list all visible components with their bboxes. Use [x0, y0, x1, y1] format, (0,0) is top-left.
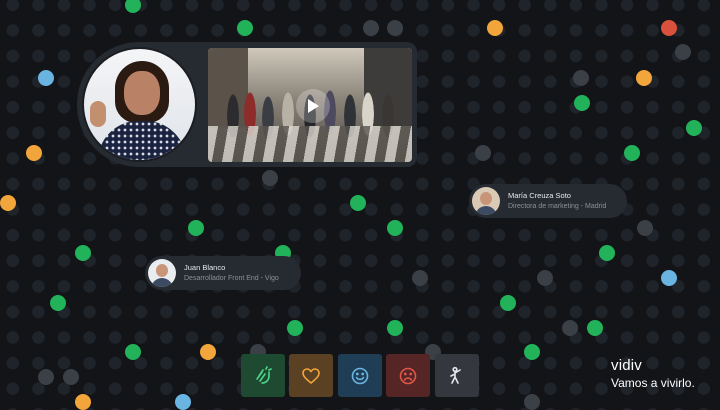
avatar	[472, 187, 500, 215]
participant-info: María Creuza Soto Directora de marketing…	[508, 190, 606, 212]
decorative-dot-gray	[63, 369, 79, 385]
decorative-dot-green	[188, 220, 204, 236]
decorative-dot-green	[350, 195, 366, 211]
decorative-dot-green	[524, 344, 540, 360]
decorative-dot-gray	[262, 170, 278, 186]
decorative-dot-blue	[38, 70, 54, 86]
presenter-hand	[90, 101, 106, 127]
decorative-dot-gray	[475, 145, 491, 161]
decorative-dot-green	[237, 20, 253, 36]
reaction-heart-button[interactable]	[289, 354, 333, 397]
decorative-dot-gray	[38, 369, 54, 385]
decorative-dot-gray	[412, 270, 428, 286]
participant-chip-maria[interactable]: María Creuza Soto Directora de marketing…	[469, 184, 627, 218]
presenter-video-tile[interactable]	[82, 47, 197, 162]
heart-icon	[302, 367, 320, 384]
decorative-dot-gray	[675, 44, 691, 60]
decorative-dot-blue	[175, 394, 191, 410]
raised-hand-icon	[450, 366, 461, 384]
decorative-dot-gray	[363, 20, 379, 36]
decorative-dot-gray	[524, 394, 540, 410]
decorative-dot-orange	[75, 394, 91, 410]
decorative-dot-orange	[487, 20, 503, 36]
decorative-dot-orange	[636, 70, 652, 86]
participant-role: Directora de marketing - Madrid	[508, 203, 607, 210]
reaction-clap-button[interactable]	[241, 354, 285, 397]
decorative-dot-green	[500, 295, 516, 311]
reaction-sad-button[interactable]	[386, 354, 430, 397]
reaction-smile-button[interactable]	[338, 354, 382, 397]
clapping-hands-icon	[256, 365, 272, 384]
presenter-shirt	[98, 121, 186, 160]
decorative-dot-gray	[637, 220, 653, 236]
participant-info: Juan Blanco Desarrollador Front End - Vi…	[184, 262, 279, 284]
participant-name: Juan Blanco	[184, 263, 226, 272]
decorative-dot-orange	[26, 145, 42, 161]
brand-tagline: Vamos a vivirlo.	[611, 376, 695, 390]
decorative-dot-gray	[387, 20, 403, 36]
decorative-dot-orange	[0, 195, 16, 211]
participant-chip-juan[interactable]: Juan Blanco Desarrollador Front End - Vi…	[145, 256, 301, 290]
participant-name: María Creuza Soto	[508, 191, 571, 200]
decorative-dot-green	[624, 145, 640, 161]
decorative-dot-green	[587, 320, 603, 336]
decorative-dot-gray	[537, 270, 553, 286]
decorative-dot-green	[50, 295, 66, 311]
decorative-dot-red	[661, 20, 677, 36]
play-icon	[308, 99, 319, 113]
decorative-dot-orange	[200, 344, 216, 360]
scene-crosswalk	[208, 126, 412, 162]
smile-icon	[351, 367, 369, 384]
sad-face-icon	[399, 367, 417, 384]
decorative-dot-green	[125, 0, 141, 13]
decorative-dot-green	[125, 344, 141, 360]
decorative-dot-green	[686, 120, 702, 136]
brand-logo: vidiv	[611, 357, 643, 374]
reaction-raise-hand-button[interactable]	[435, 354, 479, 397]
participant-role: Desarrollador Front End - Vigo	[184, 275, 279, 282]
decorative-dot-blue	[661, 270, 677, 286]
play-button[interactable]	[296, 89, 330, 123]
decorative-dot-green	[599, 245, 615, 261]
stage: María Creuza Soto Directora de marketing…	[0, 0, 720, 410]
decorative-dot-gray	[573, 70, 589, 86]
decorative-dot-green	[287, 320, 303, 336]
decorative-dot-green	[574, 95, 590, 111]
decorative-dot-green	[387, 320, 403, 336]
presenter-face	[124, 71, 160, 115]
decorative-dot-green	[387, 220, 403, 236]
decorative-dot-gray	[562, 320, 578, 336]
decorative-dot-green	[75, 245, 91, 261]
avatar	[148, 259, 176, 287]
